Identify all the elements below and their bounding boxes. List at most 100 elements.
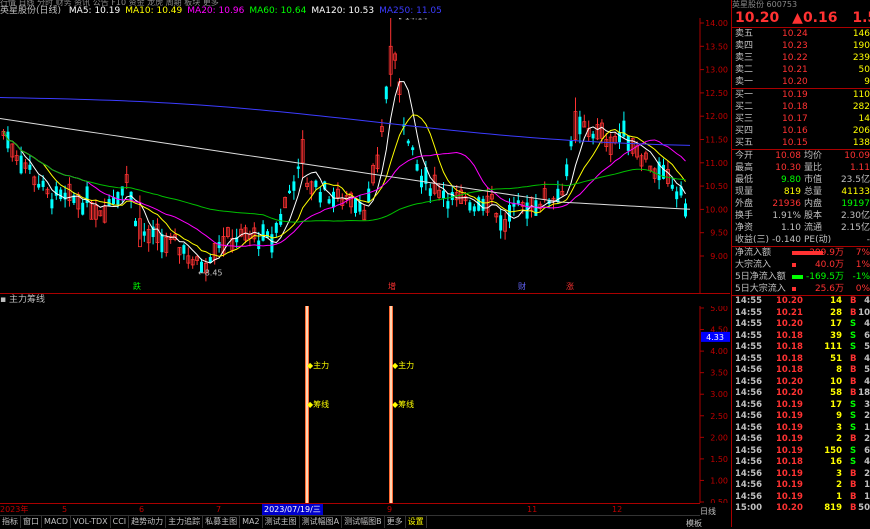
candle-body	[578, 116, 582, 135]
tick-row: 14:55 10.20 17 S 4	[735, 319, 870, 329]
candle-body	[415, 164, 419, 171]
panel-axis-tick: 1.00	[710, 476, 728, 485]
indicator-tab[interactable]: MACD	[42, 516, 71, 528]
candle-body	[670, 184, 674, 189]
candle-body	[37, 183, 41, 188]
high-label: ↙14.14	[398, 18, 428, 21]
stats-row: 换手 1.91% 股本 2.30亿	[735, 211, 870, 221]
right-tab-template[interactable]: 模板	[686, 518, 702, 529]
price-axis-tick: 12.50	[705, 89, 728, 98]
indicator-tab[interactable]: 测试幅图A	[300, 516, 343, 528]
ma-legend: 英星股份(日线) MA5: 10.19 MA10: 10.49 MA20: 10.9…	[0, 5, 447, 18]
fund-flow-bar	[792, 287, 796, 291]
candle-body	[142, 231, 146, 236]
bid-book: 买一 10.19 110 买二 10.18 282 买三 10.17 14 买四 10.16 206 买…	[732, 89, 870, 149]
tick-row: 14:56 10.19 2 B 1	[735, 480, 870, 490]
price-axis-tick: 13.50	[705, 42, 728, 51]
quote-summary: 10.20 ▲0.16 1.59%	[732, 9, 870, 27]
candle-body	[50, 199, 54, 209]
ma-legend-item: MA5: 10.19	[68, 6, 121, 16]
order-book-row: 卖二 10.21 50	[735, 65, 870, 75]
ma5-line	[3, 81, 686, 264]
indicator-tab[interactable]: MA2	[240, 516, 263, 528]
candle-body	[468, 202, 472, 211]
panel-collapse-icon[interactable]: ▪	[0, 295, 6, 305]
candle-body	[279, 213, 283, 225]
order-book-row: 卖五 10.24 146	[735, 29, 870, 39]
fund-flow: 净流入额 299.9万 7% 大宗流入 40.0万 1% 5日净流入额 -169.5万 -1% 5…	[732, 247, 870, 295]
candle-body	[354, 198, 357, 213]
indicator-tab[interactable]: 设置	[406, 516, 427, 528]
ma-legend-item: MA120: 10.53	[311, 6, 375, 16]
tick-row: 14:55 10.20 14 B 4	[735, 296, 870, 306]
candle-body	[591, 133, 595, 139]
order-book-row: 卖三 10.22 239	[735, 53, 870, 63]
candle-body	[384, 86, 388, 100]
candle-body	[367, 188, 371, 203]
indicator-tab[interactable]: CCI	[111, 516, 130, 528]
event-marker[interactable]: 涨	[566, 281, 574, 291]
candle-body	[332, 191, 335, 208]
signal-label: ◆主力	[392, 360, 414, 370]
indicator-tab[interactable]: 主力追踪	[166, 516, 204, 528]
candle-body	[59, 189, 63, 200]
ma-legend-item: MA60: 10.64	[249, 6, 307, 16]
low-label: ←8.45	[198, 268, 223, 277]
candle-body	[684, 203, 687, 217]
candle-body	[266, 231, 269, 238]
candle-body	[288, 190, 291, 194]
candle-body	[274, 223, 278, 233]
tick-row: 14:56 10.18 16 S 4	[735, 457, 870, 467]
ma-legend-item: MA10: 10.49	[125, 6, 183, 16]
price-axis-tick: 13.00	[705, 66, 728, 75]
price-chart[interactable]: 14.00 13.50 13.00 12.50 12.00 11.50 11.00 10.50…	[0, 18, 730, 294]
event-marker[interactable]: 财	[518, 281, 526, 291]
stats-row: 现量 819 总量 41133	[735, 187, 870, 197]
indicator-tab[interactable]: 测试幅图B	[342, 516, 385, 528]
candle-body	[675, 191, 679, 200]
event-marker[interactable]: 跌	[133, 281, 141, 291]
ma-legend-item: MA250: 11.05	[379, 6, 442, 16]
last-price: 10.20	[735, 10, 780, 26]
indicator-tab[interactable]: 更多	[385, 516, 406, 528]
tick-row: 14:55 10.18 51 B 4	[735, 353, 870, 364]
indicator-tab[interactable]: 指标	[0, 516, 21, 528]
candle-body	[508, 204, 511, 222]
indicator-tab[interactable]: 私募主图	[203, 516, 241, 528]
price-axis-tick: 10.00	[705, 205, 728, 214]
ma250-line	[0, 97, 691, 146]
tick-row: 14:56 10.19 9 S 2	[735, 411, 870, 421]
candle-body	[182, 245, 186, 254]
candle-body	[314, 180, 318, 188]
tick-row: 14:56 10.19 3 S 1	[735, 422, 870, 433]
price-axis-tick: 9.00	[710, 252, 728, 261]
panel-axis-tick: 4.00	[710, 347, 728, 356]
right-tab-daily[interactable]: 日线	[700, 506, 716, 517]
panel-axis-tick: 1.50	[710, 455, 728, 464]
order-book-row: 买四 10.16 206	[735, 126, 870, 136]
candle-body	[450, 192, 454, 201]
tick-row: 14:56 10.20 10 B 4	[735, 376, 870, 387]
panel-axis-tick: 3.00	[710, 390, 728, 399]
indicator-tab[interactable]: 趋势动力	[129, 516, 167, 528]
order-book-row: 买一 10.19 110	[735, 90, 870, 100]
indicator-tabs: 指标 窗口 MACD VOL-TDX CCI 趋势动力 主力追踪 私募主图 MA2 测试主图 测试幅…	[0, 515, 700, 528]
panel-axis-tick: 2.50	[710, 412, 728, 421]
event-marker[interactable]: 增	[388, 281, 396, 291]
tick-row: 14:56 10.19 1 B 1	[735, 491, 870, 502]
top-bar: 行情 日线 分时 财务 资讯 公告 F10 资金 龙虎 周期 板块 更多 英星股…	[0, 0, 730, 20]
tick-row: 14:56 10.19 3 B 2	[735, 468, 870, 479]
candle-body	[622, 120, 626, 137]
indicator-tab[interactable]: 窗口	[21, 516, 42, 528]
price-axis-tick: 10.50	[705, 182, 728, 191]
price-axis-tick: 14.00	[705, 19, 728, 28]
tick-row: 14:56 10.20 58 B 18	[735, 388, 870, 398]
indicator-tab[interactable]: 测试主图	[263, 516, 300, 528]
price-axis-tick: 11.50	[705, 136, 728, 145]
tick-list: 14:55 10.20 14 B 4 14:55 10.21 28 B 10 14:55 10.20 1…	[732, 296, 870, 515]
price-axis-tick: 12.00	[705, 112, 728, 121]
indicator-panel[interactable]: 5.004.504.003.503.002.502.001.501.000.50…	[0, 306, 730, 503]
fund-flow-row: 5日净流入额 -169.5万 -1%	[735, 272, 870, 282]
tick-row: 14:55 10.18 39 S 6	[735, 330, 870, 341]
indicator-tab[interactable]: VOL-TDX	[71, 516, 111, 528]
